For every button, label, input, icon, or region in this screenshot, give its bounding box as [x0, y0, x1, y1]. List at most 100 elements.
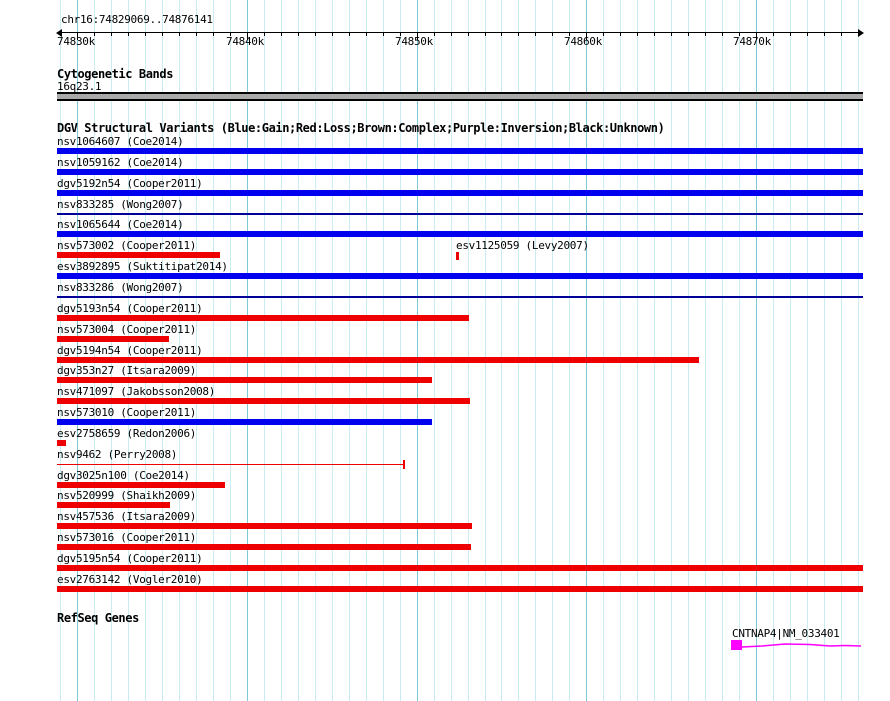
ruler-tick-minor	[365, 32, 367, 36]
variant-bar[interactable]	[57, 585, 863, 592]
ruler-label: 74840k	[226, 35, 264, 48]
variant-label[interactable]: dgv353n27 (Itsara2009)	[57, 365, 196, 376]
variant-bar[interactable]	[57, 314, 469, 321]
ruler-tick-minor	[807, 32, 809, 36]
grid-line-minor	[671, 0, 673, 701]
ruler-tick-minor	[501, 32, 503, 36]
grid-line-minor	[807, 0, 809, 701]
variant-thin-line[interactable]	[57, 212, 863, 215]
variant-bar[interactable]	[57, 565, 863, 571]
variant-label[interactable]: dgv5193n54 (Cooper2011)	[57, 303, 203, 314]
ruler-tick-minor	[518, 32, 520, 36]
variant-label[interactable]: nsv833285 (Wong2007)	[57, 199, 184, 210]
grid-line-minor	[331, 0, 333, 701]
grid-line-minor	[297, 0, 299, 701]
grid-line-major	[416, 0, 418, 701]
variant-label[interactable]: esv1125059 (Levy2007)	[456, 240, 589, 251]
variant-bar[interactable]	[57, 481, 225, 488]
ruler-label: 74850k	[395, 35, 433, 48]
ruler-tick-minor	[195, 32, 197, 36]
variant-label[interactable]: esv2763142 (Vogler2010)	[57, 574, 203, 585]
grid-line-minor	[620, 0, 622, 701]
variant-bar[interactable]	[57, 419, 432, 426]
ruler-label: 74860k	[564, 35, 602, 48]
ruler-tick-minor	[348, 32, 350, 36]
variant-hair-line[interactable]	[57, 463, 404, 465]
variant-label[interactable]: nsv833286 (Wong2007)	[57, 282, 184, 293]
variant-thin-line[interactable]	[57, 295, 863, 298]
variant-label[interactable]: nsv471097 (Jakobsson2008)	[57, 386, 215, 397]
variant-label[interactable]: esv2758659 (Redon2006)	[57, 428, 196, 439]
ruler-label: 74870k	[733, 35, 771, 48]
variant-label[interactable]: nsv457536 (Itsara2009)	[57, 511, 196, 522]
grid-line-minor	[365, 0, 367, 701]
variant-bar[interactable]	[57, 148, 863, 154]
cytogenetic-band-bar[interactable]	[57, 92, 863, 101]
variant-bar[interactable]	[57, 377, 432, 384]
variant-bar[interactable]	[57, 231, 863, 238]
variant-bar[interactable]	[57, 356, 699, 363]
variant-bar[interactable]	[57, 523, 472, 530]
grid-line-minor	[484, 0, 486, 701]
grid-line-minor	[433, 0, 435, 701]
variant-bar[interactable]	[57, 273, 863, 280]
grid-line-minor	[858, 0, 860, 701]
genome-browser-view: chr16:74829069..74876141 74830k 74840k 748…	[0, 0, 890, 701]
ruler-tick-minor	[161, 32, 163, 36]
variant-bar[interactable]	[57, 189, 863, 196]
ruler-tick-minor	[178, 32, 180, 36]
grid-line-major	[246, 0, 248, 701]
ruler-tick-minor	[535, 32, 537, 36]
grid-line-minor	[518, 0, 520, 701]
variant-label[interactable]: nsv520999 (Shaikh2009)	[57, 490, 196, 501]
variant-bar[interactable]	[57, 398, 470, 405]
variant-label[interactable]: dgv5195n54 (Cooper2011)	[57, 553, 203, 564]
variant-bar[interactable]	[57, 502, 170, 509]
variant-end-tick	[403, 459, 405, 469]
variant-label[interactable]: nsv1064607 (Coe2014)	[57, 136, 184, 147]
ruler-tick-minor	[790, 32, 792, 36]
variant-label[interactable]: nsv1059162 (Coe2014)	[57, 157, 184, 168]
ruler-tick-minor	[637, 32, 639, 36]
variant-label[interactable]: nsv1065644 (Coe2014)	[57, 219, 184, 230]
grid-line-minor	[773, 0, 775, 701]
variant-bar[interactable]	[57, 168, 863, 175]
variant-label[interactable]: nsv573010 (Cooper2011)	[57, 407, 196, 418]
variant-tick-bar[interactable]	[456, 252, 459, 261]
variant-label[interactable]: nsv9462 (Perry2008)	[57, 449, 177, 460]
grid-line-minor	[637, 0, 639, 701]
ruler-tick-minor	[467, 32, 469, 36]
grid-line-minor	[569, 0, 571, 701]
grid-line-minor	[535, 0, 537, 701]
variant-bar[interactable]	[57, 335, 169, 342]
ruler-tick-minor	[671, 32, 673, 36]
dgv-track-title: DGV Structural Variants (Blue:Gain;Red:L…	[57, 121, 665, 135]
ruler-tick-minor	[314, 32, 316, 36]
variant-label[interactable]: dgv3025n100 (Coe2014)	[57, 470, 190, 481]
ruler-tick-minor	[144, 32, 146, 36]
variant-label[interactable]: nsv573016 (Cooper2011)	[57, 532, 196, 543]
ruler-tick-minor	[688, 32, 690, 36]
grid-line-minor	[263, 0, 265, 701]
grid-line-minor	[705, 0, 707, 701]
ruler-tick-minor	[484, 32, 486, 36]
grid-line-minor	[382, 0, 384, 701]
ruler-tick-minor	[433, 32, 435, 36]
grid-line-minor	[280, 0, 282, 701]
variant-bar[interactable]	[57, 439, 66, 446]
ruler-tick-minor	[824, 32, 826, 36]
grid-line-minor	[824, 0, 826, 701]
grid-line-major	[756, 0, 758, 701]
variant-label[interactable]: dgv5194n54 (Cooper2011)	[57, 345, 203, 356]
variant-label[interactable]: dgv5192n54 (Cooper2011)	[57, 178, 203, 189]
ruler-tick-minor	[280, 32, 282, 36]
variant-label[interactable]: nsv573004 (Cooper2011)	[57, 324, 196, 335]
variant-label[interactable]: esv3892895 (Suktitipat2014)	[57, 261, 228, 272]
grid-line-minor	[654, 0, 656, 701]
variant-label[interactable]: nsv573002 (Cooper2011)	[57, 240, 196, 251]
ruler-tick-minor	[450, 32, 452, 36]
variant-bar[interactable]	[57, 252, 220, 259]
variant-bar[interactable]	[57, 544, 471, 551]
ruler-tick-minor	[127, 32, 129, 36]
ruler-tick-minor	[841, 32, 843, 36]
